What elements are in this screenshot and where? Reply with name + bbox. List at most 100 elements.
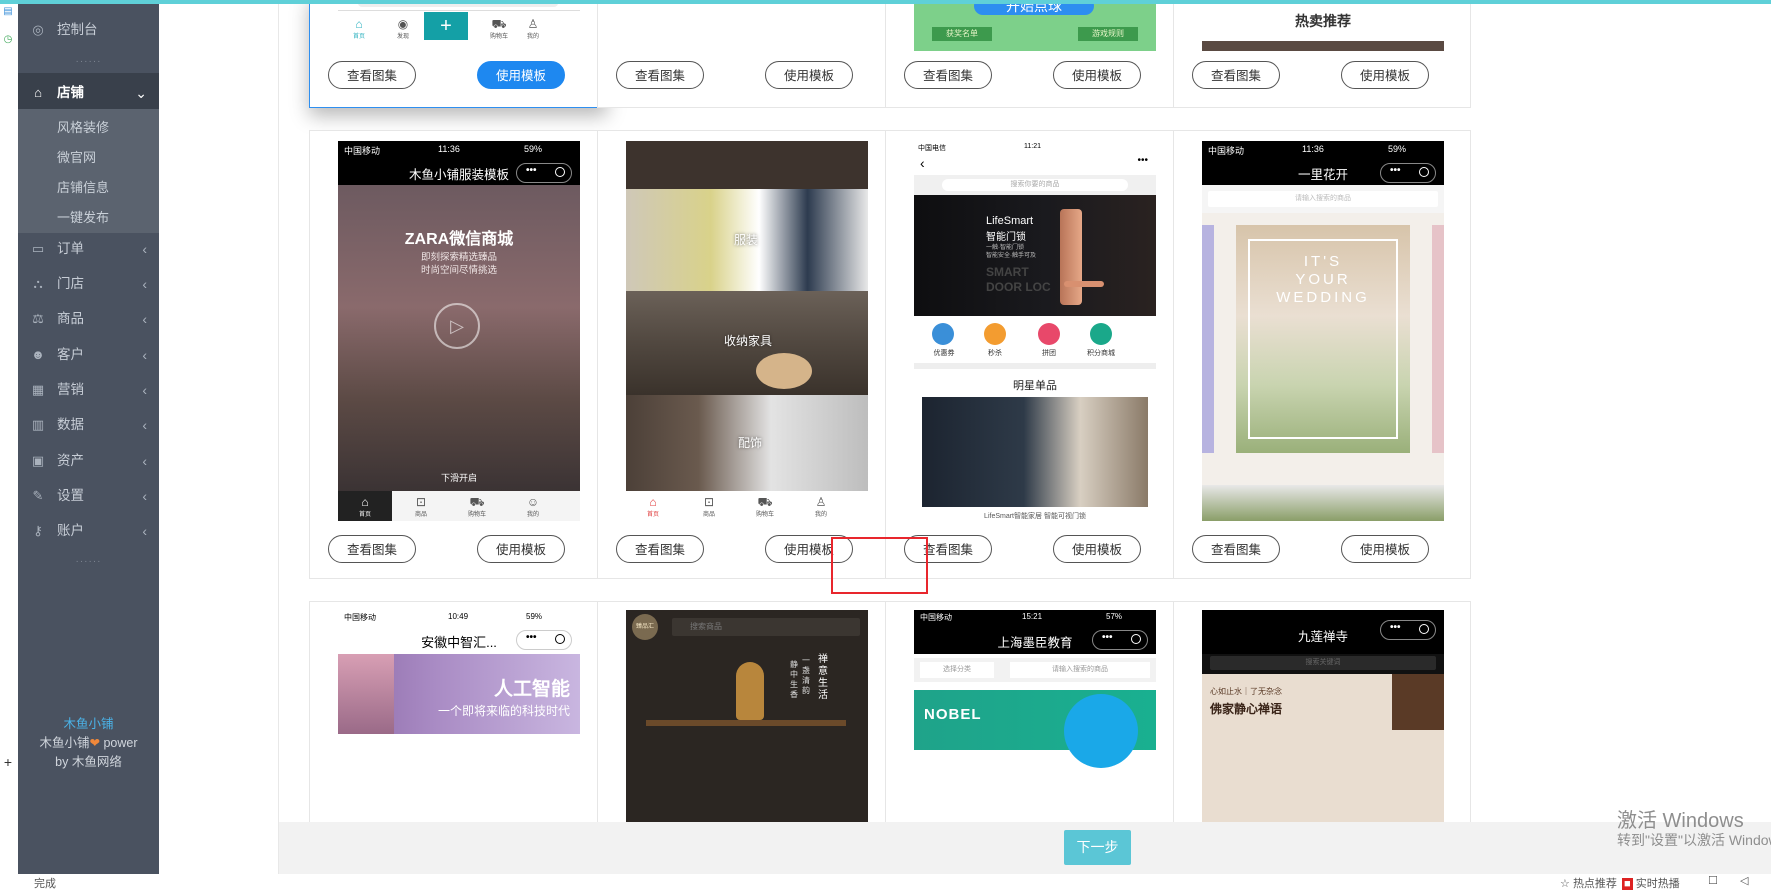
sidebar-subitem-shop-info[interactable]: 店铺信息: [18, 169, 159, 203]
volume-icon[interactable]: ◁: [1740, 874, 1748, 887]
preview-tab-label: 我的: [526, 512, 539, 518]
preview-search-area: 请输入搜索的商品: [1202, 185, 1444, 213]
template-preview[interactable]: 中国移动 15:21 57% 上海墨臣教育 ••• 选择分类 请输入搜索的商品 …: [914, 610, 1156, 822]
sidebar-item-account[interactable]: ⚷ 账户 ‹: [18, 511, 159, 551]
preview-tag: 获奖名单: [932, 27, 992, 41]
add-icon[interactable]: +: [2, 755, 14, 769]
view-gallery-button[interactable]: 查看图集: [904, 61, 992, 89]
sidebar-item-settings[interactable]: ✎ 设置 ‹: [18, 476, 159, 516]
cart-icon: ⛟: [469, 495, 485, 509]
use-template-button[interactable]: 使用模板: [1341, 61, 1429, 89]
preview-section-title: 明星单品: [1013, 380, 1057, 392]
footer-brand[interactable]: 木鱼小铺: [18, 715, 159, 734]
preview-search-area: 搜索你要的商品: [914, 175, 1156, 195]
preview-lock-handle: [1064, 281, 1104, 287]
template-preview[interactable]: 中国移动 10:49 59% 安徽中智汇... ••• 人工智能 一个即将来临的…: [338, 610, 580, 822]
template-preview[interactable]: 开始点球 获奖名单 游戏规则: [914, 4, 1156, 51]
sidebar-item-customers[interactable]: ☻ 客户 ‹: [18, 335, 159, 375]
sidebar: ◎ 控制台 ······ ⌂ 店铺 ⌄ 风格装修 微官网 店铺信息 一键发布 ▭…: [18, 4, 159, 874]
use-template-button[interactable]: 使用模板: [765, 61, 853, 89]
more-icon: •••: [526, 165, 537, 176]
preview-divider: [338, 10, 580, 11]
poster-line: WEDDING: [1276, 289, 1370, 306]
use-template-button[interactable]: 使用模板: [477, 61, 565, 89]
template-card: ⌂ 首页 ◉ 发现 + ⛟ 购物车 ♙ 我的 查看图集 使用模板: [309, 4, 607, 108]
sidebar-item-shop[interactable]: ⌂ 店铺 ⌄: [18, 73, 159, 113]
template-preview[interactable]: ⌂ 首页 ◉ 发现 + ⛟ 购物车 ♙ 我的: [338, 4, 580, 53]
view-gallery-button[interactable]: 查看图集: [1192, 61, 1280, 89]
preview-lock-image: [1060, 209, 1082, 305]
sidebar-subitem-publish[interactable]: 一键发布: [18, 199, 159, 233]
preview-hint-text: 下滑开启: [440, 473, 477, 483]
preview-icon-label: 拼团: [1042, 350, 1056, 357]
view-gallery-button[interactable]: 查看图集: [616, 535, 704, 563]
preview-poster-text: IT'S YOUR WEDDING: [1236, 253, 1410, 307]
view-gallery-button[interactable]: 查看图集: [1192, 535, 1280, 563]
live-broadcast[interactable]: ■ 实时热播: [1622, 875, 1680, 891]
preview-filter-bar: 选择分类 请输入搜索的商品: [914, 658, 1156, 682]
sidebar-subitem-label: 风格装修: [57, 120, 110, 135]
preview-tab-home: ⌂ 首页: [350, 495, 380, 518]
status-text: 完成: [34, 878, 56, 890]
template-preview[interactable]: 九莲禅寺 ••• 搜索关键词 心如止水｜了无杂念 佛家静心禅语: [1202, 610, 1444, 822]
use-template-button[interactable]: 使用模板: [1053, 535, 1141, 563]
bag-icon: ⊡: [703, 495, 715, 509]
sidebar-subitem-microsite[interactable]: 微官网: [18, 139, 159, 173]
preview-search-bar: 搜索商品: [672, 618, 860, 636]
template-card: 中国移动 15:21 57% 上海墨臣教育 ••• 选择分类 请输入搜索的商品 …: [885, 601, 1183, 822]
favorites-icon[interactable]: ▤: [2, 6, 14, 18]
preview-capsule: •••: [1380, 620, 1436, 640]
view-gallery-button[interactable]: 查看图集: [328, 61, 416, 89]
use-template-button[interactable]: 使用模板: [1341, 535, 1429, 563]
sidebar-subitem-style[interactable]: 风格装修: [18, 109, 159, 143]
preview-tab-cart: ⛟ 购物车: [484, 17, 514, 40]
preview-select: 选择分类: [920, 662, 994, 678]
asset-icon: ▣: [31, 453, 45, 468]
sidebar-item-data[interactable]: ▥ 数据 ‹: [18, 405, 159, 445]
flash-sale-icon: [984, 323, 1006, 345]
home-icon: ⌂: [361, 495, 369, 509]
next-step-button[interactable]: 下一步: [1064, 830, 1131, 865]
preview-carrier: 中国电信: [918, 145, 946, 152]
chevron-left-icon: ‹: [142, 347, 147, 363]
preview-status-bar: 中国移动 15:21 57%: [914, 610, 1156, 624]
template-preview[interactable]: 中国电信 11:21 ‹ ••• 搜索你要的商品 LifeSmart 智能门锁 …: [914, 141, 1156, 521]
preview-title-bar: 九莲禅寺 •••: [1202, 610, 1444, 654]
sidebar-item-marketing[interactable]: ▦ 营销 ‹: [18, 370, 159, 410]
preview-product-image: [922, 397, 1148, 507]
template-preview[interactable]: 中国移动 11:36 59% 一里花开 ••• 请输入搜索的商品 IT'S YO…: [1202, 141, 1444, 521]
template-preview[interactable]: 服装 收纳家具 配饰 ⌂ 首页 ⊡ 商品 ⛟ 购物车 ♙ 我的: [626, 141, 868, 521]
history-icon[interactable]: ◷: [2, 34, 14, 46]
hot-recommend[interactable]: ☆ 热点推荐: [1560, 875, 1617, 891]
preview-icon-label: 秒杀: [988, 350, 1002, 357]
preview-capsule: •••: [516, 163, 572, 183]
sidebar-item-orders[interactable]: ▭ 订单 ‹: [18, 229, 159, 269]
template-grid: ⌂ 首页 ◉ 发现 + ⛟ 购物车 ♙ 我的 查看图集 使用模板 查看图集 使用模板 开…: [279, 4, 1771, 822]
use-template-button[interactable]: 使用模板: [477, 535, 565, 563]
heart-icon: ❤: [89, 736, 100, 750]
template-preview[interactable]: 中国移动 11:36 59% 木鱼小铺服装模板 ••• ZARA微信商城 即刻探…: [338, 141, 580, 521]
close-circle-icon: [555, 634, 565, 644]
sidebar-item-assets[interactable]: ▣ 资产 ‹: [18, 441, 159, 481]
chevron-down-icon: ⌄: [135, 85, 147, 101]
users-icon: ☻: [31, 347, 45, 362]
sidebar-subitem-label: 微官网: [57, 150, 97, 165]
more-icon: •••: [1390, 165, 1401, 176]
sidebar-item-stores[interactable]: ⛬ 门店 ‹: [18, 264, 159, 304]
preview-time: 11:36: [438, 144, 460, 154]
view-gallery-button[interactable]: 查看图集: [328, 535, 416, 563]
sidebar-item-products[interactable]: ⚖ 商品 ‹: [18, 299, 159, 339]
coupon-icon: [932, 323, 954, 345]
sidebar-item-dashboard[interactable]: ◎ 控制台: [18, 10, 159, 50]
preview-subtitle: 即刻探索精选臻品: [420, 252, 497, 263]
template-preview[interactable]: 臻品汇 搜索商品 禅意生活 一盏清韵 静中生香: [626, 610, 868, 822]
preview-banner-text: 开始点球: [974, 4, 1094, 15]
preview-tab-label: 我的: [814, 512, 827, 518]
preview-tab-me: ♙ 我的: [518, 17, 548, 40]
use-template-button[interactable]: 使用模板: [1053, 61, 1141, 89]
chat-icon[interactable]: ☐: [1708, 874, 1718, 887]
view-gallery-button[interactable]: 查看图集: [616, 61, 704, 89]
preview-capsule: •••: [1092, 630, 1148, 650]
template-preview[interactable]: 热卖推荐: [1202, 4, 1444, 51]
marketing-icon: ▦: [31, 382, 45, 397]
